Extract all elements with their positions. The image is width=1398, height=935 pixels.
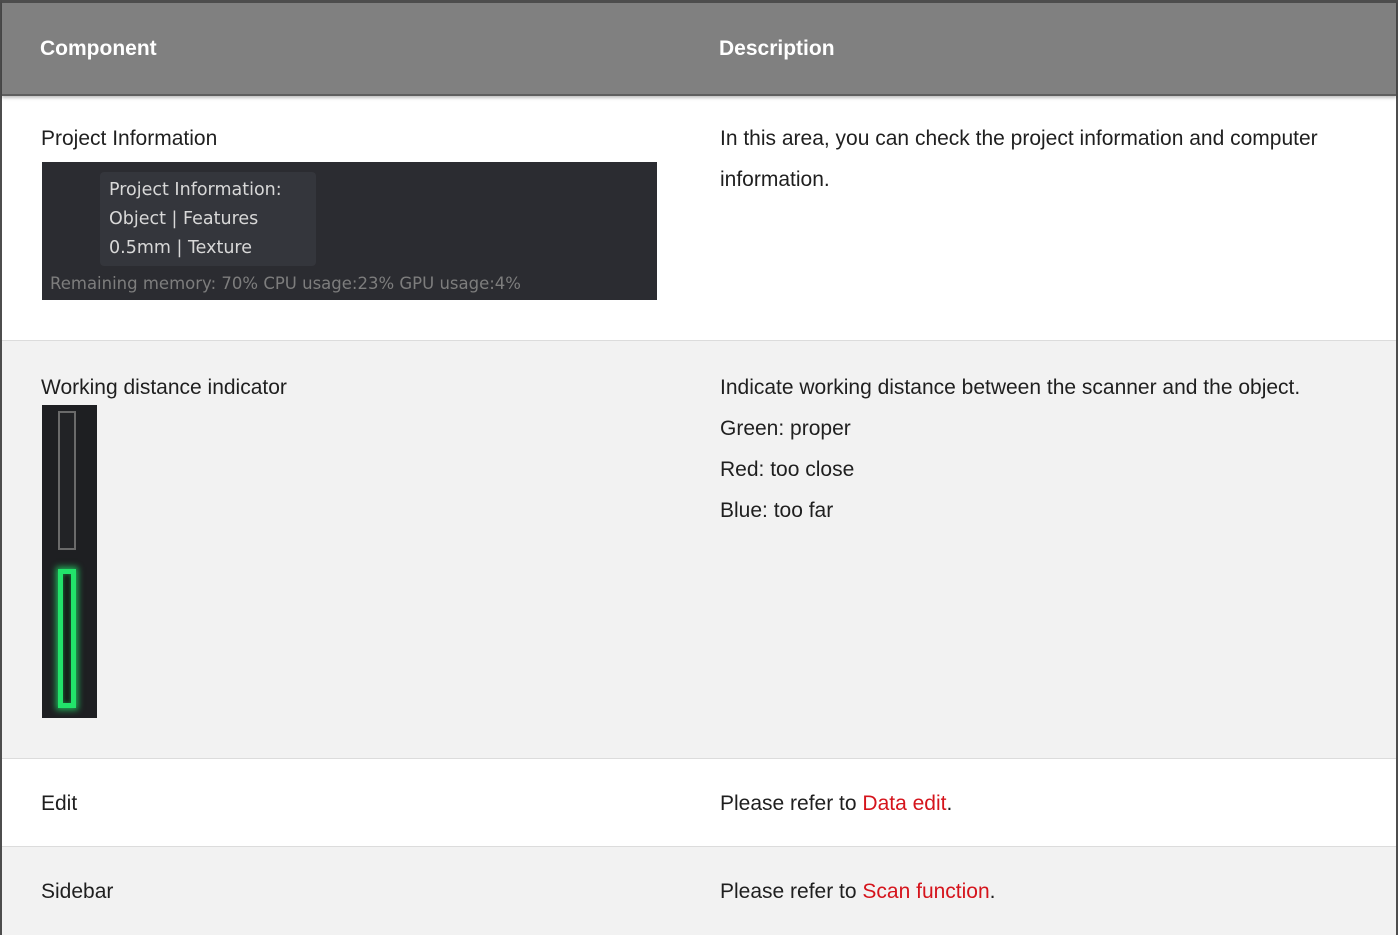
indicator-segment-active	[58, 569, 76, 708]
component-description: In this area, you can check the project …	[720, 127, 1318, 191]
table-row: Project Information Project Information:…	[2, 96, 1396, 340]
component-description: Indicate working distance between the sc…	[720, 367, 1360, 531]
table-header: Component Description	[2, 0, 1396, 96]
legend-item-red: Red: too close	[720, 458, 855, 481]
system-status-text: Remaining memory: 70% CPU usage:23% GPU …	[50, 274, 521, 293]
table-row: Working distance indicator Indicate work…	[2, 340, 1396, 758]
component-description: Please refer to Data edit.	[720, 783, 1360, 824]
component-name: Project Information	[41, 127, 218, 150]
working-distance-indicator	[42, 405, 97, 718]
scan-function-link[interactable]: Scan function	[862, 880, 989, 903]
table-row: Edit Please refer to Data edit.	[2, 758, 1396, 846]
description-prefix: Please refer to	[720, 880, 863, 903]
project-info-line: 0.5mm | Texture	[109, 238, 253, 258]
legend-item-blue: Blue: too far	[720, 499, 834, 522]
component-table: Component Description Project Informatio…	[0, 0, 1398, 935]
description-suffix: .	[946, 792, 953, 815]
header-component: Component	[40, 37, 157, 60]
legend-item-green: Green: proper	[720, 417, 851, 440]
description-suffix: .	[989, 880, 996, 903]
project-info-panel: Project Information: Object | Features 0…	[100, 172, 316, 266]
component-description: Please refer to Scan function.	[720, 871, 1360, 912]
component-name: Edit	[41, 792, 78, 815]
description-text: Indicate working distance between the sc…	[720, 376, 1301, 399]
header-description: Description	[719, 37, 835, 60]
indicator-segment-inactive	[58, 411, 76, 550]
component-name: Working distance indicator	[41, 376, 287, 399]
project-info-line: Project Information:	[109, 180, 282, 200]
project-information-screenshot: Project Information: Object | Features 0…	[42, 162, 657, 300]
description-prefix: Please refer to	[720, 792, 863, 815]
project-info-line: Object | Features	[109, 209, 259, 229]
table-row: Sidebar Please refer to Scan function.	[2, 846, 1396, 935]
data-edit-link[interactable]: Data edit	[862, 792, 946, 815]
component-name: Sidebar	[41, 880, 114, 903]
